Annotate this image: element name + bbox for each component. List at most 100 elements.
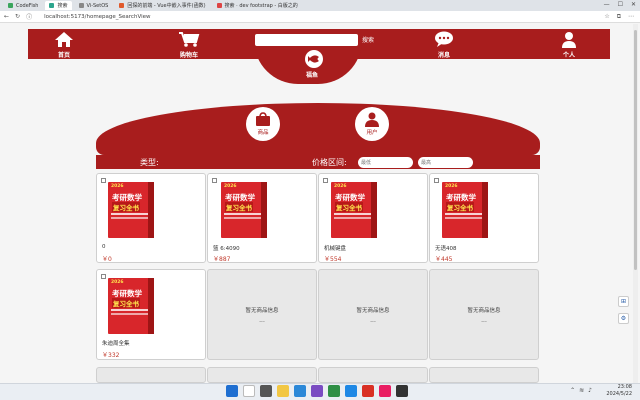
wps-icon[interactable] [362, 385, 374, 397]
category-users[interactable]: 用户 [355, 107, 389, 141]
window-controls: — ☐ ✕ [604, 1, 636, 8]
empty-card-dots: ... [370, 316, 376, 324]
browser-tab[interactable]: Vi-SetOS [75, 1, 113, 10]
vscode-icon[interactable] [345, 385, 357, 397]
product-name: 篮 6:4090 [213, 246, 240, 252]
empty-card [318, 367, 428, 383]
empty-card-dots: ... [481, 316, 487, 324]
address-bar: ← ↻ ⓘ localhost:5173/homepage_SearchView… [0, 11, 640, 23]
menu-icon[interactable]: ⋯ [628, 13, 634, 21]
chevron-up-icon[interactable]: ⌃ [570, 387, 575, 394]
product-price: ￥332 [102, 352, 120, 359]
product-card[interactable]: 2026 考研数学 复习全书 机械键盘 ￥554 [318, 173, 428, 263]
search-icon[interactable] [243, 385, 255, 397]
product-card[interactable]: 2026 考研数学 复习全书 无语408 ￥445 [429, 173, 539, 263]
logo-text: 福鱼 [306, 72, 319, 79]
empty-card: 暂无商品信息 ... [318, 269, 428, 360]
product-card[interactable]: 2026 考研数学 复习全书 篮 6:4090 ￥887 [207, 173, 317, 263]
browser-tab[interactable]: 搜索 · dev footstrap - 白版之的 [213, 1, 302, 10]
cart-icon [179, 32, 200, 47]
empty-card [96, 367, 206, 383]
product-card[interactable]: 2026 考研数学 复习全书 朱迪周全集 ￥332 [96, 269, 206, 360]
browser-tab[interactable]: 回探的前端 - Vue中嵌入事件(函数) [115, 1, 209, 10]
close-icon[interactable]: ✕ [631, 1, 636, 8]
product-checkbox[interactable] [101, 274, 106, 279]
empty-card-dots: ... [259, 316, 265, 324]
product-image: 2026 考研数学 复习全书 [108, 278, 154, 334]
category-banner [96, 103, 540, 155]
product-image: 2026 考研数学 复习全书 [331, 182, 377, 238]
browser-tab[interactable]: CodeFish [4, 1, 42, 10]
app-icon[interactable] [396, 385, 408, 397]
product-image: 2026 考研数学 复习全书 [221, 182, 267, 238]
user-icon [365, 112, 379, 127]
nav-cart[interactable]: 购物车 [178, 31, 200, 59]
wifi-icon[interactable]: ≋ [579, 387, 584, 394]
empty-card-text: 暂无商品信息 [356, 307, 390, 314]
clock-time: 23:08 [617, 384, 632, 390]
max-price-input[interactable] [418, 157, 473, 168]
edge-icon[interactable] [294, 385, 306, 397]
product-name: 无语408 [435, 246, 457, 252]
url-text[interactable]: localhost:5173/homepage_SearchView [44, 14, 150, 20]
category-goods-label: 商品 [257, 130, 269, 136]
favicon-icon [216, 3, 222, 8]
nav-profile-label: 个人 [562, 52, 575, 59]
info-icon[interactable]: ⓘ [26, 12, 32, 21]
product-price: ￥445 [435, 256, 453, 263]
app-icon[interactable] [379, 385, 391, 397]
logo[interactable] [305, 50, 323, 68]
browser-tabbar: CodeFish 搜索 Vi-SetOS 回探的前端 - Vue中嵌入事件(函数… [0, 0, 640, 11]
empty-card [207, 367, 317, 383]
category-goods[interactable]: 商品 [246, 107, 280, 141]
product-checkbox[interactable] [101, 178, 106, 183]
product-image: 2026 考研数学 复习全书 [108, 182, 154, 238]
favicon-icon [8, 3, 13, 8]
store-icon[interactable] [311, 385, 323, 397]
nav-home[interactable]: 首页 [54, 31, 74, 59]
address-bar-icons: ☆ ⧉ ⋯ [604, 13, 634, 21]
nav-cart-label: 购物车 [179, 52, 198, 59]
scrollbar-thumb[interactable] [634, 30, 637, 270]
empty-card: 暂无商品信息 ... [429, 269, 539, 360]
product-card[interactable]: 2026 考研数学 复习全书 0 ￥0 [96, 173, 206, 263]
back-icon[interactable]: ← [4, 13, 9, 20]
maximize-icon[interactable]: ☐ [618, 1, 623, 8]
side-settings-icon[interactable]: ⚙ [618, 313, 629, 324]
product-name: 朱迪周全集 [102, 341, 130, 347]
type-filter-label: 类型: [140, 158, 159, 167]
start-icon[interactable] [226, 385, 238, 397]
taskbar-icons [226, 385, 408, 397]
side-share-icon[interactable]: ⊞ [618, 296, 629, 307]
extensions-icon[interactable]: ⧉ [617, 13, 621, 21]
minimize-icon[interactable]: — [604, 1, 610, 8]
nav-messages[interactable]: 消息 [434, 31, 454, 59]
search-button[interactable]: 搜索 [362, 35, 374, 44]
file-explorer-icon[interactable] [277, 385, 289, 397]
chat-icon [435, 31, 453, 47]
empty-card: 暂无商品信息 ... [207, 269, 317, 360]
star-icon[interactable]: ☆ [604, 13, 609, 21]
empty-card [429, 367, 539, 383]
favicon-icon [78, 3, 84, 8]
search-input[interactable] [255, 34, 358, 46]
shopping-bag-icon [256, 112, 270, 126]
browser-tab-active[interactable]: 搜索 [45, 1, 72, 10]
clock[interactable]: 23:08 2024/5/22 [606, 384, 632, 398]
product-checkbox[interactable] [434, 178, 439, 183]
product-checkbox[interactable] [323, 178, 328, 183]
user-icon [562, 32, 576, 48]
nav-home-label: 首页 [57, 52, 70, 59]
product-checkbox[interactable] [212, 178, 217, 183]
task-view-icon[interactable] [260, 385, 272, 397]
product-price: ￥554 [324, 256, 342, 263]
nav-profile[interactable]: 个人 [561, 31, 577, 59]
category-users-label: 用户 [366, 130, 378, 136]
app-icon[interactable] [328, 385, 340, 397]
clock-date: 2024/5/22 [606, 391, 632, 397]
volume-icon[interactable]: ♪ [588, 387, 592, 394]
min-price-input[interactable] [358, 157, 413, 168]
favicon-icon [49, 3, 55, 8]
favicon-icon [119, 3, 125, 8]
refresh-icon[interactable]: ↻ [15, 13, 20, 20]
